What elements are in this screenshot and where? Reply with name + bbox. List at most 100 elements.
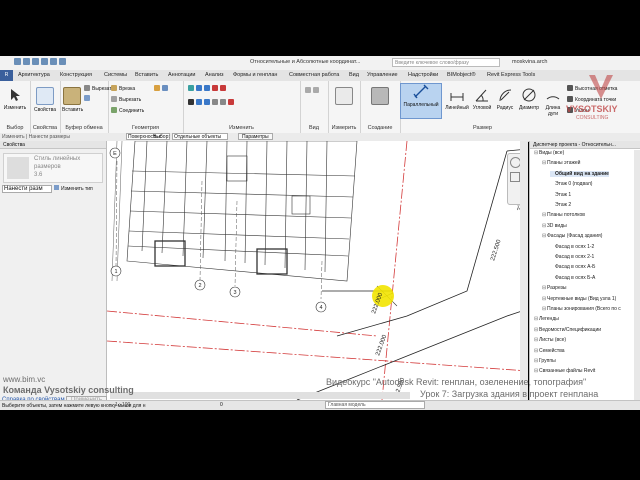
paste-button[interactable]: Вставить xyxy=(62,87,84,113)
angular-dimension-label: Угловой xyxy=(472,105,492,111)
pick-select[interactable]: Отдельные объекты xyxy=(172,133,228,140)
quick-access-toolbar[interactable] xyxy=(14,58,94,68)
tab-manage[interactable]: Управление xyxy=(367,72,398,78)
drawing-canvas[interactable]: 1 2 3 4 Е 222.500 222.500 222.000 22 xyxy=(107,141,528,400)
copy-button[interactable] xyxy=(84,95,92,102)
tab-insert[interactable]: Вставить xyxy=(135,72,158,78)
modify-button[interactable]: Изменить xyxy=(2,87,28,111)
letterbox-bottom xyxy=(0,410,640,480)
tab-massing-site[interactable]: Формы и генплан xyxy=(233,72,277,78)
browser-node[interactable]: ⊟Группы xyxy=(534,358,556,364)
geometry-tools[interactable] xyxy=(154,85,170,92)
browser-scrollbar[interactable] xyxy=(634,150,640,400)
design-option-select[interactable]: Главная модель xyxy=(325,401,425,409)
create-button[interactable] xyxy=(364,87,396,107)
angular-dimension-button[interactable]: Угловой xyxy=(471,87,493,111)
tab-addins[interactable]: Надстройки xyxy=(408,72,438,78)
group-label-modify: Изменить xyxy=(229,125,254,131)
browser-node[interactable]: ⊟3D виды xyxy=(542,223,567,229)
grid-bubble-3[interactable]: 3 xyxy=(233,290,236,296)
browser-node[interactable]: ⊟Планы зонирования (Всего по с xyxy=(542,306,621,312)
override-icon xyxy=(313,87,319,93)
offset-icon xyxy=(196,85,202,91)
type-selector-preview[interactable]: Стиль линейных размеров 3.6 xyxy=(3,153,103,183)
cut-geometry-icon xyxy=(111,96,117,102)
tab-systems[interactable]: Системы xyxy=(104,72,127,78)
browser-node[interactable]: Фасад в осях 1-2 xyxy=(550,244,594,250)
grid-bubble-e[interactable]: Е xyxy=(113,151,117,157)
browser-node[interactable]: Этаж 2 xyxy=(550,202,571,208)
grid-bubble-1[interactable]: 1 xyxy=(114,269,117,275)
cut-geometry-button[interactable]: Вырезать xyxy=(111,96,141,103)
zoom-icon[interactable] xyxy=(510,172,520,182)
diameter-dimension-button[interactable]: Диаметр xyxy=(517,87,541,111)
browser-node[interactable]: ⊟Виды (все) xyxy=(534,150,564,156)
horizontal-scrollbar[interactable] xyxy=(110,392,410,399)
tab-architecture[interactable]: Архитектура xyxy=(18,72,50,78)
rotate-icon xyxy=(204,99,210,105)
browser-node[interactable]: Этаж 1 xyxy=(550,192,571,198)
edit-type-button[interactable]: Изменить тип xyxy=(54,185,93,193)
radial-dimension-icon xyxy=(497,87,513,103)
tab-view[interactable]: Вид xyxy=(349,72,359,78)
application-menu-button[interactable]: R xyxy=(0,70,13,81)
browser-node-label: Планы потолков xyxy=(547,212,585,219)
browser-node[interactable]: Этаж 0 (подвал) xyxy=(550,181,592,187)
vertical-scrollbar[interactable] xyxy=(520,141,528,400)
modify-tools-row-2[interactable] xyxy=(188,99,236,106)
grid-bubble-2[interactable]: 2 xyxy=(198,283,201,289)
copy-element-icon xyxy=(196,99,202,105)
search-input[interactable]: Введите ключевое слово/фразу xyxy=(392,58,500,67)
browser-node-label: Планы зонирования (Всего по с xyxy=(547,306,621,312)
steering-wheel-icon[interactable] xyxy=(509,157,521,168)
browser-node[interactable]: ⊟Легенды xyxy=(534,316,559,322)
instance-filter-select[interactable]: Нанести разм xyxy=(2,185,52,193)
options-button[interactable]: Параметры xyxy=(238,133,273,140)
browser-node[interactable]: ⊟Чертежные виды (Вид узла 1) xyxy=(542,296,616,302)
modify-tools-row-1[interactable] xyxy=(188,85,228,92)
tab-express-tools[interactable]: Revit Express Tools xyxy=(487,72,535,78)
tab-annotate[interactable]: Аннотации xyxy=(168,72,196,78)
browser-node[interactable]: ⊟Планы потолков xyxy=(542,212,585,218)
arc-length-button[interactable]: Длина дуги xyxy=(542,87,564,117)
ribbon: Изменить Выбор Свойства Свойства Вставит… xyxy=(0,81,640,134)
browser-node-label: Фасады (Фасад здания) xyxy=(547,233,603,240)
logo-text: VYSOTSKIY xyxy=(566,104,618,114)
join-button[interactable]: Соединить xyxy=(111,107,144,114)
browser-node[interactable]: Фасад в осях Б-А xyxy=(550,275,595,281)
tab-bimobject[interactable]: BIMobject® xyxy=(447,72,476,78)
tab-analyze[interactable]: Анализ xyxy=(205,72,224,78)
site-plan-drawing[interactable]: 1 2 3 4 Е 222.500 222.500 222.000 22 xyxy=(107,141,528,400)
browser-node[interactable]: ⊟Листы (все) xyxy=(534,337,566,343)
browser-node[interactable]: ⊟Разрезы xyxy=(542,285,567,291)
browser-node[interactable]: Общий вид на здание xyxy=(550,170,609,177)
paste-button-label: Вставить xyxy=(62,107,84,113)
user-name[interactable]: moskvina.arch xyxy=(512,59,547,65)
type-line-1: Стиль линейных xyxy=(34,156,81,162)
browser-node[interactable]: ⊟Семейства xyxy=(534,348,565,354)
browser-node[interactable]: ⊟Фасады (Фасад здания) xyxy=(542,233,602,239)
view-tools[interactable] xyxy=(305,87,321,94)
properties-button[interactable]: Свойства xyxy=(32,87,58,113)
browser-node-label: Фасад в осях Б-А xyxy=(555,274,596,281)
view-scale[interactable]: 1 : 100 xyxy=(115,402,130,408)
browser-node-label: Виды (все) xyxy=(539,150,565,156)
measure-button[interactable] xyxy=(330,87,358,107)
browser-node[interactable]: ⊟Связанные файлы Revit xyxy=(534,368,595,374)
browser-node[interactable]: Фасад в осях А-Б xyxy=(550,264,595,270)
aligned-dimension-button[interactable]: Параллельный xyxy=(400,83,442,119)
browser-tree: ⊟Виды (все) ⊟Планы этажей Общий вид на зда… xyxy=(530,150,634,400)
cope-button[interactable]: Врезка xyxy=(111,85,135,92)
arc-length-label: Длина дуги xyxy=(545,105,561,117)
tab-collaborate[interactable]: Совместная работа xyxy=(289,72,339,78)
browser-node[interactable]: ⊟Ведомости/Спецификации xyxy=(534,327,601,333)
radial-dimension-button[interactable]: Радиус xyxy=(494,87,516,111)
tab-structure[interactable]: Конструкция xyxy=(60,72,92,78)
grid-bubble-4[interactable]: 4 xyxy=(319,305,322,311)
ribbon-group-properties: Свойства Свойства xyxy=(30,81,61,133)
linear-dimension-button[interactable]: Линейный xyxy=(444,87,470,111)
browser-node[interactable]: Фасад в осях 2-1 xyxy=(550,254,594,260)
ribbon-group-dimension: Параллельный Линейный Угловой Радиус Диа… xyxy=(400,81,565,133)
browser-node[interactable]: ⊟Планы этажей xyxy=(542,160,580,166)
radial-dimension-label: Радиус xyxy=(496,105,514,111)
